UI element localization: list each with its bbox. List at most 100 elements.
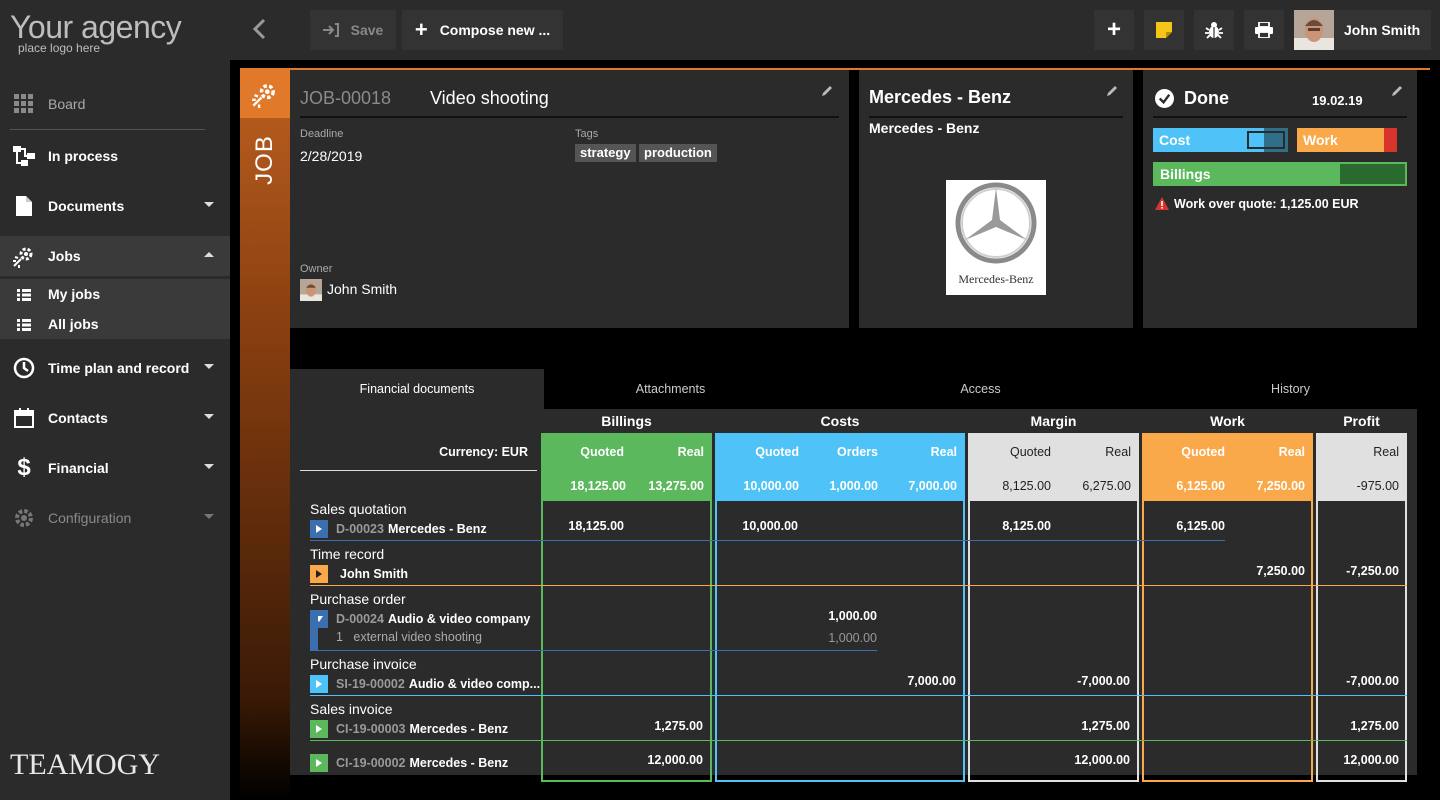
table-row-sales-invoice-2[interactable]: CI-19-00002 Mercedes - Benz [310,754,508,772]
section-purchase-invoice: Purchase invoice [310,656,417,672]
tag-production[interactable]: production [639,144,717,162]
status-card: Done 19.02.19 Cost Work Billings Work ov… [1143,70,1417,328]
expanded-row-marker [310,610,318,650]
document-name: Audio & video comp... [408,677,541,691]
tab-history[interactable]: History [1164,369,1417,409]
sidebar-item-in-process[interactable]: In process [0,136,230,176]
user-menu-button[interactable]: John Smith [1294,10,1431,50]
table-row-sales-invoice-1[interactable]: CI-19-00003 Mercedes - Benz [310,720,508,738]
bug-report-button[interactable] [1194,10,1234,50]
sidebar-item-label: Time plan and record [48,360,190,376]
sidebar-item-all-jobs[interactable]: All jobs [0,309,230,339]
flow-icon [12,144,36,168]
table-row-sales-quotation[interactable]: D-00023 Mercedes - Benz [310,520,487,538]
total-costs-real: 7,000.00 [908,478,957,493]
edit-status-button[interactable] [1391,84,1403,102]
print-button[interactable] [1244,10,1284,50]
section-purchase-order: Purchase order [310,591,406,607]
profit-totals: -975.00 [1316,470,1407,501]
sidebar-item-board[interactable]: Board [0,84,230,124]
tag-strategy[interactable]: strategy [575,144,636,162]
sidebar-item-my-jobs[interactable]: My jobs [0,279,230,309]
margin-totals: 8,125.00 6,275.00 [968,470,1139,501]
sidebar: Your agency place logo here Board In pro… [0,0,230,800]
deadline-label: Deadline [300,128,344,140]
table-row-time-record[interactable]: John Smith [310,565,408,583]
chevron-down-icon [204,364,214,369]
cell-work-quoted: 6,125.00 [1176,519,1225,533]
owner-avatar [300,279,322,301]
row-divider [310,695,1407,696]
cell-billings-quoted: 18,125.00 [568,519,624,533]
total-profit: -975.00 [1356,478,1399,493]
tab-attachments[interactable]: Attachments [544,369,797,409]
chevron-down-icon [204,514,214,519]
group-header-work: Work [1210,413,1245,429]
cell-margin-quoted: 8,125.00 [1002,519,1051,533]
document-name: John Smith [340,567,409,581]
expand-row-icon[interactable] [310,675,328,693]
chevron-left-icon [252,18,266,40]
list-icon [17,318,31,331]
sidebar-item-financial[interactable]: $ Financial [0,448,230,488]
sidebar-item-jobs[interactable]: Jobs [0,236,230,276]
client-logo-text: Mercedes-Benz [958,272,1034,286]
table-row-purchase-order[interactable]: D-00024 Audio & video company [310,610,530,628]
job-side-label: JOB [251,135,278,185]
job-detail-card: JOB-00018 Video shooting Deadline 2/28/2… [290,70,849,328]
expand-row-icon[interactable] [310,520,328,538]
sidebar-item-label: In process [48,148,119,164]
cell-billings-real: 12,000.00 [647,753,703,767]
status-date: 19.02.19 [1312,93,1363,108]
document-name: Mercedes - Benz [409,722,509,736]
section-time-record: Time record [310,546,385,562]
notes-button[interactable] [1144,10,1184,50]
total-billings-quoted: 18,125.00 [570,478,626,493]
plus-icon: + [414,17,428,42]
edit-job-button[interactable] [821,84,833,102]
document-code: D-00023 [336,522,384,536]
owner-name[interactable]: John Smith [327,281,397,297]
cell-margin-real: 12,000.00 [1074,753,1130,767]
job-title: Video shooting [430,88,549,108]
sidebar-item-label: Financial [48,460,109,476]
total-margin-real: 6,275.00 [1082,478,1131,493]
chevron-down-icon [204,414,214,419]
agency-logo-subtitle: place logo here [18,41,101,55]
work-progress: Work [1297,128,1397,152]
sidebar-item-documents[interactable]: Documents [0,186,230,226]
document-code: CI-19-00003 [336,722,406,736]
billings-label: Billings [1160,166,1211,182]
dollar-icon: $ [17,454,31,481]
tab-access[interactable]: Access [797,369,1164,409]
jobs-icon [12,244,36,268]
jobs-icon [252,84,275,108]
status-label[interactable]: Done [1184,88,1229,109]
group-header-profit: Profit [1343,413,1380,429]
group-header-costs: Costs [820,413,860,429]
document-name: Mercedes - Benz [409,756,509,770]
expand-row-icon[interactable] [310,754,328,772]
table-row-purchase-invoice[interactable]: SI-19-00002 Audio & video comp... [310,675,540,693]
sidebar-item-contacts[interactable]: Contacts [0,398,230,438]
compose-new-button[interactable]: + Compose new ... [402,10,563,50]
add-button[interactable]: + [1094,10,1134,50]
sidebar-item-label: My jobs [48,286,101,302]
expand-row-icon[interactable] [310,720,328,738]
user-name: John Smith [1344,22,1421,38]
sidebar-item-time-plan[interactable]: Time plan and record [0,348,230,388]
expand-row-icon[interactable] [310,565,328,583]
collapse-sidebar-button[interactable] [252,18,272,42]
edit-client-button[interactable] [1106,84,1118,102]
chevron-up-icon [204,252,214,257]
chevron-down-icon [204,202,214,207]
row-divider [310,585,1407,586]
owner-label: Owner [300,263,333,275]
client-title[interactable]: Mercedes - Benz [869,87,1011,108]
sidebar-item-configuration[interactable]: Configuration [0,498,230,538]
tab-financial-documents[interactable]: Financial documents [290,369,544,409]
save-button[interactable]: Save [310,10,396,50]
work-label: Work [1303,132,1338,148]
margin-header: Quoted Real [968,433,1139,470]
document-name: Audio & video company [387,612,531,626]
